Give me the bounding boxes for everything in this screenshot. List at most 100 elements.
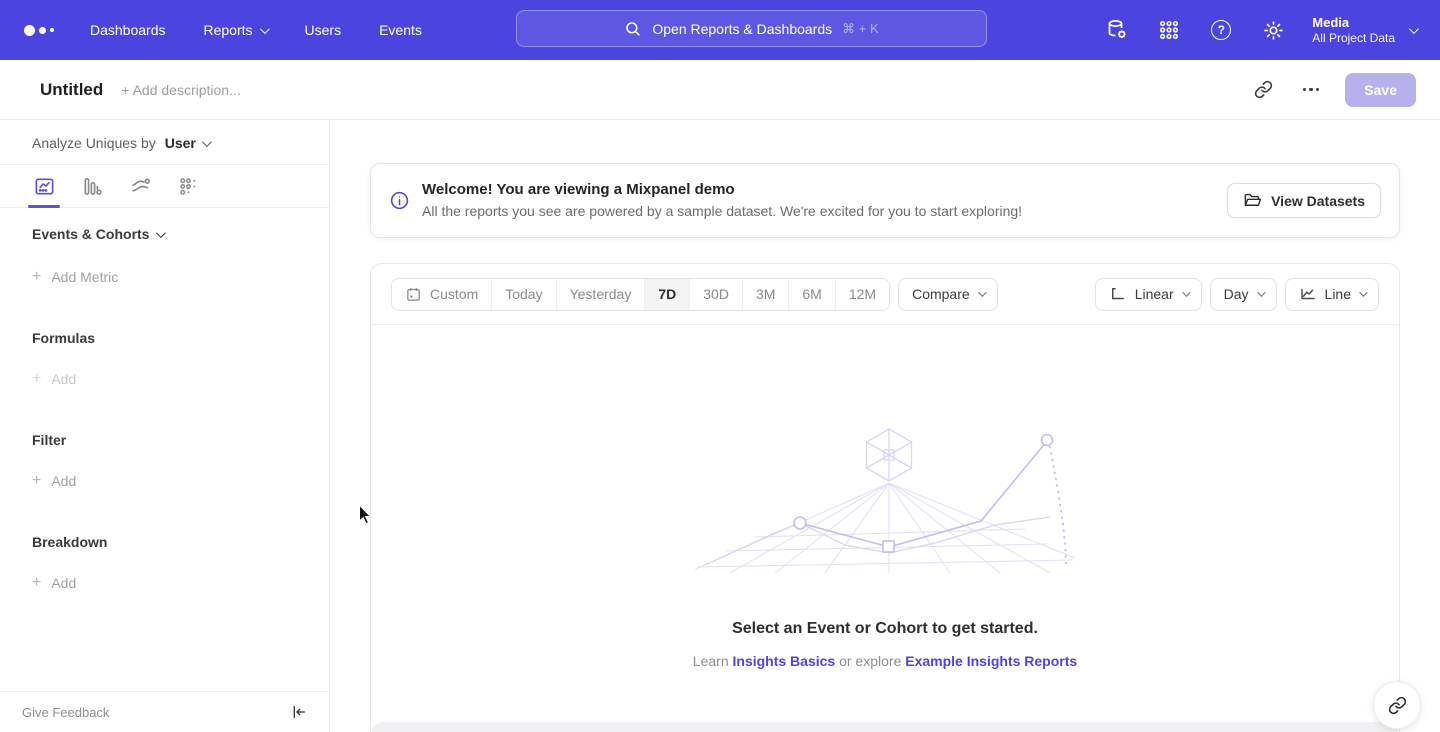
demo-welcome-banner: Welcome! You are viewing a Mixpanel demo… [370, 163, 1400, 238]
top-navbar: Dashboards Reports Users Events Open Rep… [0, 0, 1440, 60]
range-7d[interactable]: 7D [644, 279, 689, 310]
insights-chart-card: Custom Today Yesterday 7D 30D 3M 6M 12M … [370, 263, 1400, 732]
range-yesterday[interactable]: Yesterday [556, 279, 645, 310]
add-filter-button[interactable]: + Add [32, 472, 297, 490]
chart-display-controls: Linear Day Line [1095, 278, 1379, 311]
sidebar-footer: Give Feedback [0, 691, 329, 732]
apps-grid-icon[interactable] [1156, 17, 1182, 43]
nav-reports-label: Reports [204, 22, 253, 38]
range-3m[interactable]: 3M [742, 279, 788, 310]
chevron-down-icon [1409, 24, 1419, 34]
give-feedback-link[interactable]: Give Feedback [22, 705, 109, 720]
range-today[interactable]: Today [491, 279, 555, 310]
compare-dropdown[interactable]: Compare [898, 278, 998, 311]
chart-type-dropdown[interactable]: Line [1285, 278, 1379, 311]
date-range-segmented-control: Custom Today Yesterday 7D 30D 3M 6M 12M [391, 278, 890, 311]
more-options-button[interactable] [1299, 84, 1324, 96]
plus-icon: + [32, 268, 41, 286]
add-description-field[interactable]: + Add description... [121, 82, 240, 98]
report-type-tabs [0, 165, 329, 208]
share-link-fab[interactable] [1373, 681, 1421, 729]
save-button[interactable]: Save [1345, 73, 1416, 107]
primary-nav: Dashboards Reports Users Events [90, 22, 422, 38]
data-management-icon[interactable] [1104, 17, 1130, 43]
chevron-down-icon [1257, 288, 1265, 296]
tab-flows[interactable] [128, 175, 152, 207]
main-panel: Welcome! You are viewing a Mixpanel demo… [330, 120, 1440, 732]
add-breakdown-button[interactable]: + Add [32, 574, 297, 592]
ellipsis-icon [1303, 88, 1320, 92]
chevron-down-icon [259, 24, 269, 34]
folder-icon [1243, 192, 1262, 209]
sidebar-sections: Events & Cohorts + Add Metric Formulas +… [0, 208, 329, 610]
project-selector[interactable]: Media All Project Data [1312, 15, 1416, 46]
interval-dropdown[interactable]: Day [1210, 278, 1277, 311]
app-window: Dashboards Reports Users Events Open Rep… [0, 0, 1440, 732]
settings-gear-icon[interactable] [1260, 17, 1286, 43]
analyze-uniques-row: Analyze Uniques by User [0, 120, 329, 165]
query-builder-sidebar: Analyze Uniques by User [0, 120, 330, 732]
view-datasets-button[interactable]: View Datasets [1227, 183, 1381, 218]
navbar-right: ? Media All Project Data [1104, 15, 1416, 46]
add-metric-button[interactable]: + Add Metric [32, 268, 297, 286]
chevron-down-icon [1359, 288, 1367, 296]
empty-state-title: Select an Event or Cohort to get started… [371, 620, 1399, 638]
tab-funnels[interactable] [80, 175, 104, 207]
project-scope: All Project Data [1312, 31, 1395, 46]
hint-explore-label: or explore [839, 653, 901, 669]
project-name: Media [1312, 15, 1395, 31]
plus-icon: + [32, 472, 41, 490]
nav-events[interactable]: Events [379, 22, 422, 38]
example-reports-link[interactable]: Example Insights Reports [905, 653, 1077, 669]
info-icon [389, 190, 410, 211]
tab-retention[interactable] [176, 175, 200, 207]
link-icon [1254, 80, 1273, 99]
empty-state: Select an Event or Cohort to get started… [371, 325, 1399, 669]
chart-controls-row: Custom Today Yesterday 7D 30D 3M 6M 12M … [371, 264, 1399, 325]
empty-state-illustration [695, 425, 1075, 575]
report-actions: Save [1250, 73, 1416, 107]
global-search-input[interactable]: Open Reports & Dashboards ⌘ + K [516, 10, 987, 47]
range-6m[interactable]: 6M [788, 279, 834, 310]
nav-users[interactable]: Users [305, 22, 342, 38]
chevron-down-icon [202, 137, 212, 147]
analyze-prefix-label: Analyze Uniques by [32, 135, 156, 151]
hint-learn-label: Learn [693, 653, 729, 669]
range-12m[interactable]: 12M [835, 279, 889, 310]
range-custom[interactable]: Custom [392, 279, 491, 310]
search-placeholder: Open Reports & Dashboards [652, 21, 832, 37]
range-30d[interactable]: 30D [689, 279, 742, 310]
nav-reports[interactable]: Reports [204, 22, 267, 38]
help-icon[interactable]: ? [1208, 17, 1234, 43]
nav-dashboards[interactable]: Dashboards [90, 22, 166, 38]
search-shortcut: ⌘ + K [842, 21, 879, 37]
link-icon [1388, 696, 1407, 715]
chevron-down-icon [1182, 288, 1190, 296]
empty-state-hint: Learn Insights Basics or explore Example… [371, 653, 1399, 669]
mixpanel-logo-icon[interactable] [24, 25, 54, 36]
copy-link-button[interactable] [1250, 76, 1277, 103]
scale-dropdown[interactable]: Linear [1095, 278, 1202, 311]
report-title[interactable]: Untitled [40, 80, 103, 100]
plus-icon: + [32, 574, 41, 592]
calendar-icon [405, 286, 422, 303]
chevron-down-icon [156, 228, 166, 238]
flows-icon [129, 175, 152, 198]
tab-insights[interactable] [32, 175, 56, 207]
report-header: Untitled + Add description... Save [0, 60, 1440, 120]
chevron-down-icon [978, 288, 986, 296]
collapse-sidebar-button[interactable] [291, 704, 307, 720]
add-formula-button[interactable]: + Add [32, 370, 297, 388]
line-chart-icon [1299, 285, 1317, 303]
banner-title: Welcome! You are viewing a Mixpanel demo [422, 179, 1022, 200]
collapse-left-icon [291, 704, 307, 720]
banner-body: All the reports you see are powered by a… [422, 201, 1022, 222]
plus-icon: + [32, 370, 41, 388]
analyze-by-dropdown[interactable]: User [165, 135, 209, 151]
insights-basics-link[interactable]: Insights Basics [733, 653, 836, 669]
funnels-bars-icon [81, 175, 104, 198]
next-section-peek [372, 722, 1398, 732]
linear-axis-icon [1109, 285, 1127, 303]
events-cohorts-header[interactable]: Events & Cohorts [32, 226, 297, 242]
filter-header: Filter [32, 432, 297, 448]
